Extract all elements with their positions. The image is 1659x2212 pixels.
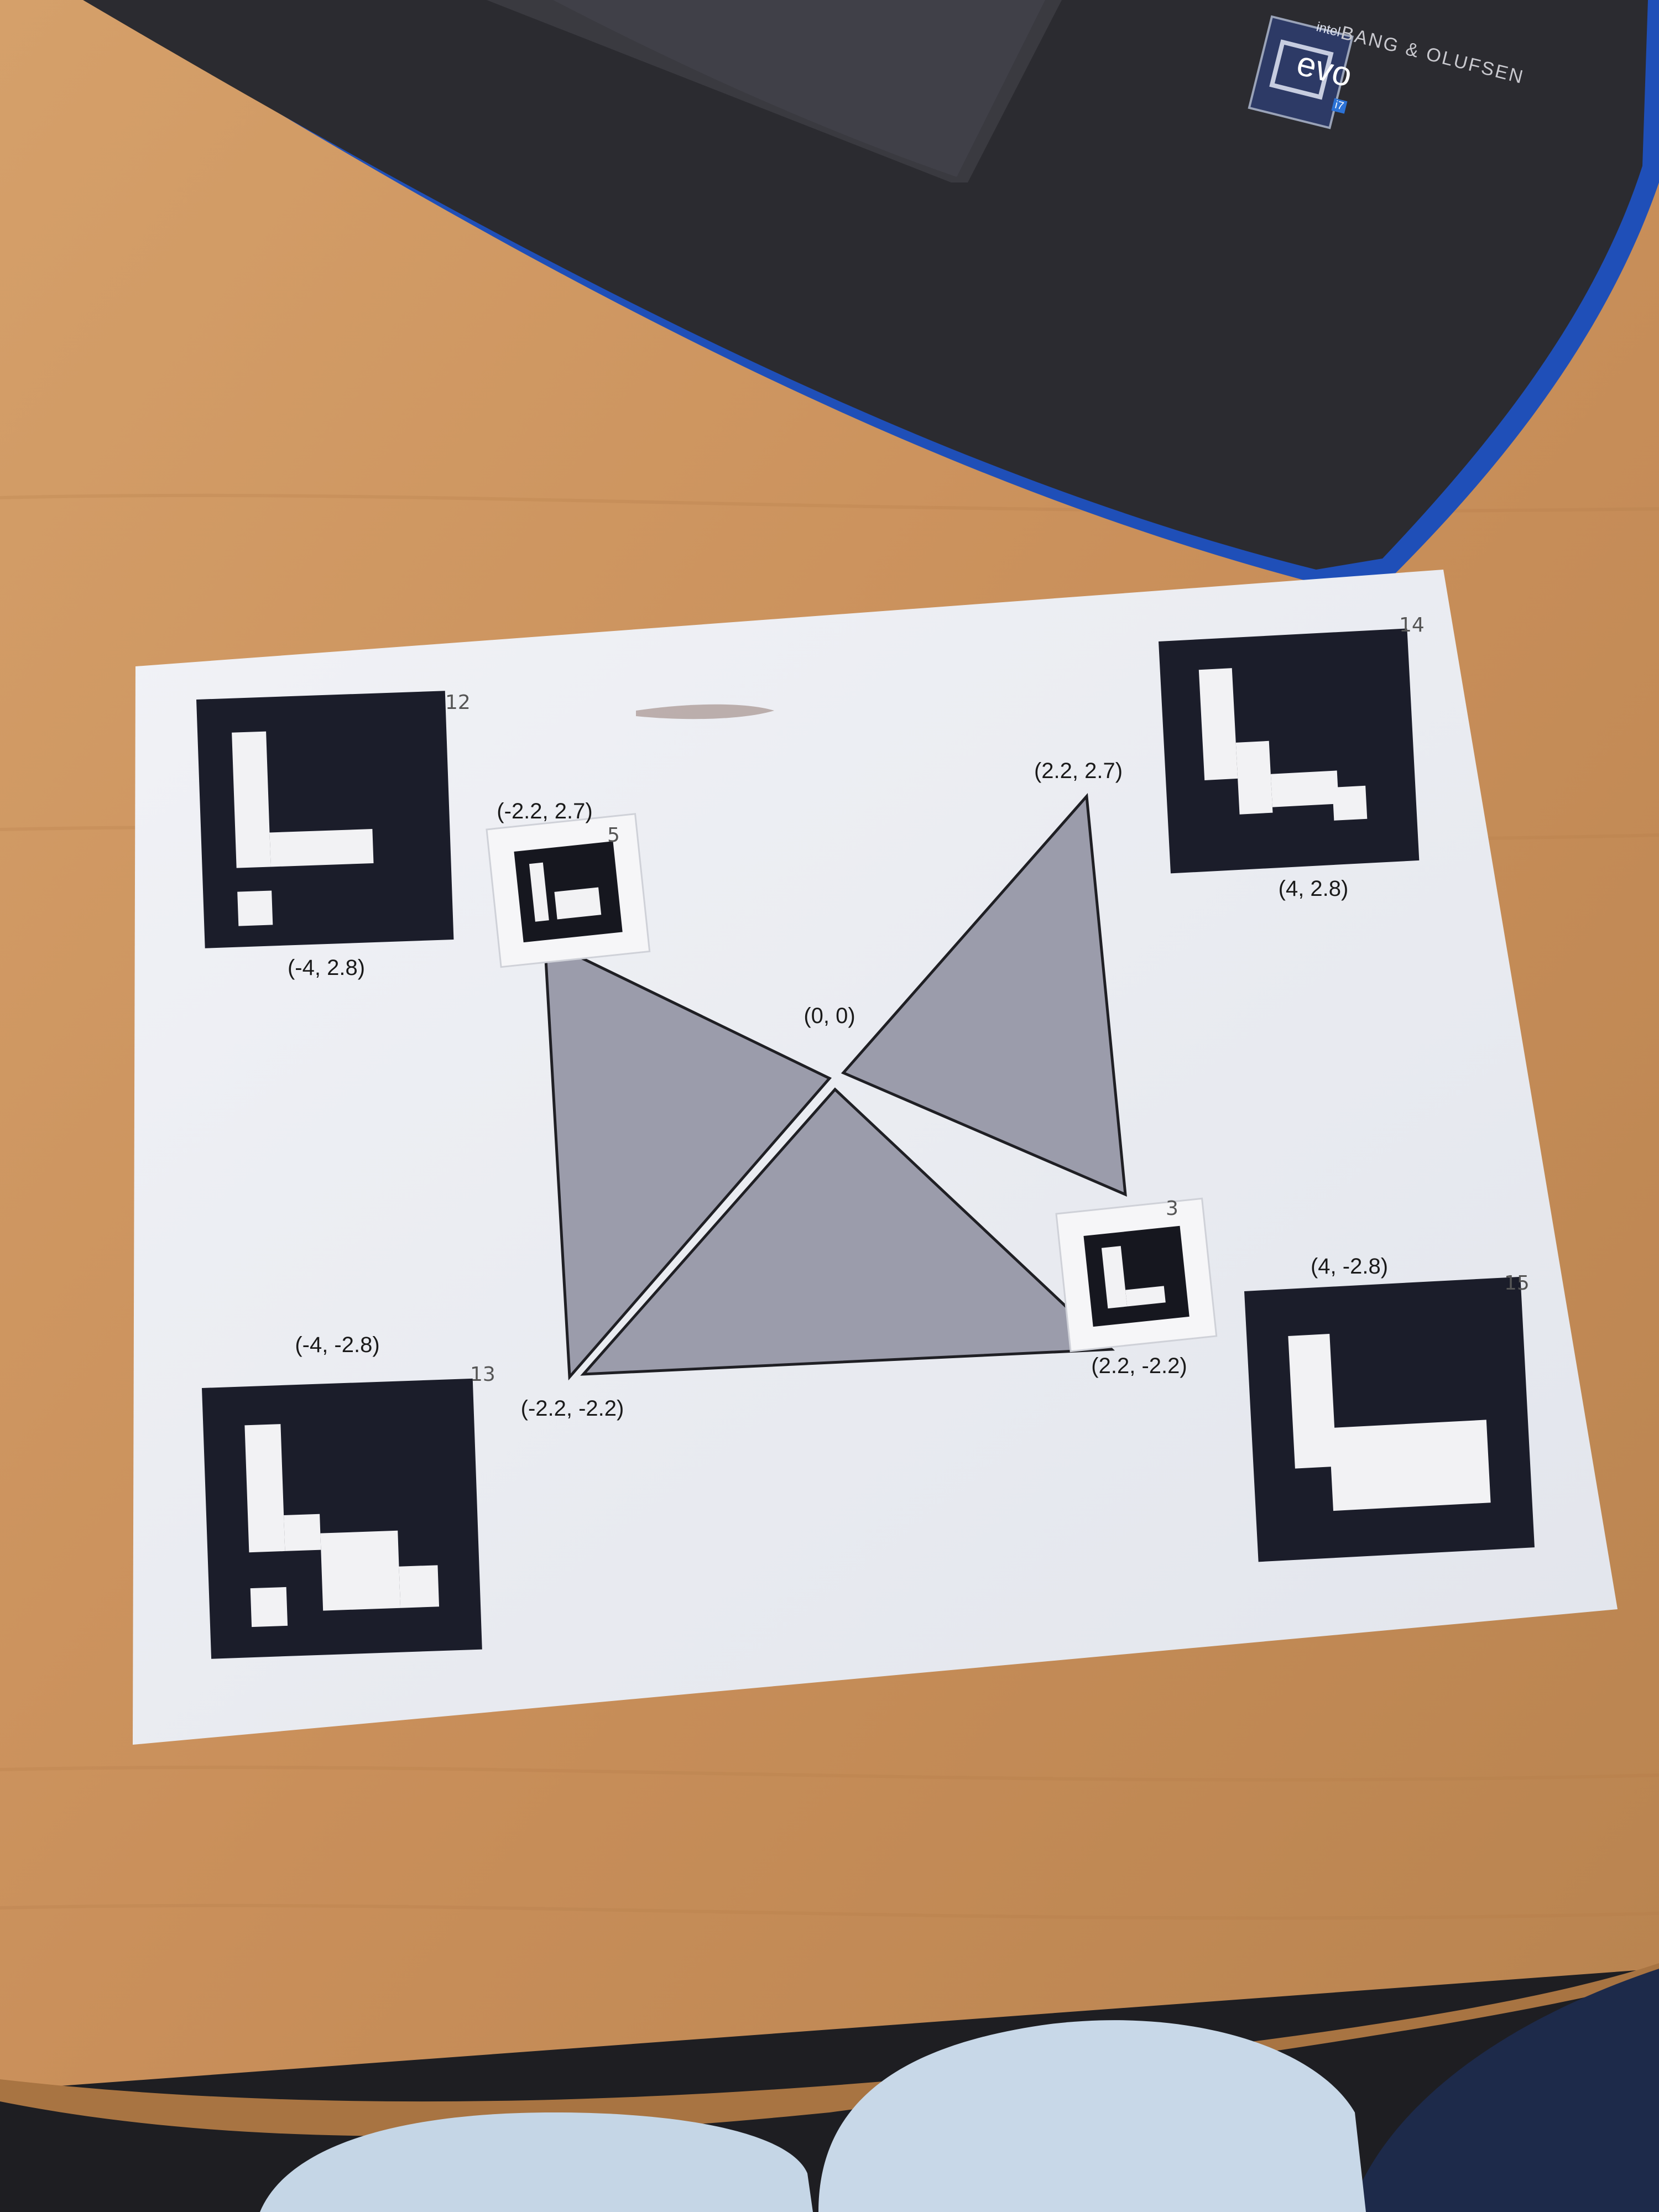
marker-13-coord: (-4, -2.8) (295, 1333, 380, 1357)
marker-13-id: 13 (470, 1363, 495, 1386)
small-marker-3-id: 3 (1166, 1197, 1178, 1220)
photo-scene (0, 0, 1659, 2212)
vertex-label-bottom-right: (2.2, -2.2) (1091, 1354, 1187, 1378)
aruco-marker-13 (202, 1378, 482, 1659)
vertex-label-bottom-left: (-2.2, -2.2) (520, 1396, 624, 1421)
marker-14-id: 14 (1399, 614, 1425, 637)
aruco-marker-15 (1244, 1276, 1535, 1562)
vertex-label-top-right: (2.2, 2.7) (1034, 759, 1123, 783)
marker-15-coord: (4, -2.8) (1310, 1254, 1389, 1279)
origin-label: (0, 0) (804, 1004, 855, 1028)
marker-12-id: 12 (445, 691, 471, 714)
small-marker-5-id: 5 (607, 824, 620, 847)
aruco-marker-12 (196, 691, 454, 948)
small-marker-5 (486, 813, 651, 968)
vertex-label-top-left: (-2.2, 2.7) (497, 799, 593, 823)
marker-14-coord: (4, 2.8) (1278, 877, 1349, 901)
small-marker-3 (1055, 1197, 1218, 1353)
aruco-marker-14 (1159, 628, 1420, 874)
marker-15-id: 15 (1504, 1272, 1530, 1295)
marker-12-coord: (-4, 2.8) (287, 956, 366, 980)
